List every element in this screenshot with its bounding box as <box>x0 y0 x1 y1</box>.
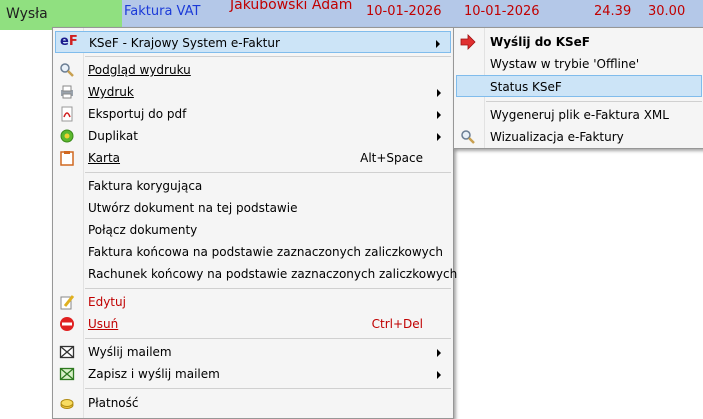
menu-item-wyslij-mailem[interactable]: Wyślij mailem <box>55 341 451 363</box>
menu-separator <box>85 288 451 289</box>
envelope-green-icon <box>59 367 75 381</box>
ef-logo-icon: eF <box>60 34 78 49</box>
status-text: Wysła <box>6 6 48 22</box>
submenu-item-offline[interactable]: Wystaw w trybie 'Offline' <box>456 53 702 75</box>
submenu-separator <box>486 101 702 102</box>
menu-item-usun[interactable]: Usuń Ctrl+Del <box>55 313 451 335</box>
chevron-right-icon <box>436 40 440 48</box>
chevron-right-icon <box>437 89 441 97</box>
menu-separator <box>85 56 451 57</box>
submenu-item-wizualizacja[interactable]: Wizualizacja e-Faktury <box>456 126 702 148</box>
edit-pencil-icon <box>60 295 75 310</box>
magnifier-icon <box>461 130 475 144</box>
card-icon <box>60 151 74 166</box>
menu-item-utworz-dokument[interactable]: Utwórz dokument na tej podstawie <box>55 197 451 219</box>
submenu-item-wygeneruj-xml[interactable]: Wygeneruj plik e-Faktura XML <box>456 104 702 126</box>
menu-item-wydruk[interactable]: Wydruk <box>55 81 451 103</box>
red-arrow-icon <box>460 34 476 50</box>
chevron-right-icon <box>437 371 441 379</box>
submenu-item-status-ksef[interactable]: Status KSeF <box>456 75 702 97</box>
context-menu: eF KSeF - Krajowy System e-Faktur Podglą… <box>52 27 457 419</box>
menu-separator <box>85 172 451 173</box>
ksef-submenu: Wyślij do KSeF Wystaw w trybie 'Offline'… <box>453 27 703 149</box>
magnifier-icon <box>60 63 74 77</box>
pdf-icon <box>61 106 73 122</box>
doc-type-cell: Faktura VAT <box>124 4 201 19</box>
menu-item-podglad-wydruku[interactable]: Podgląd wydruku <box>55 59 451 81</box>
menu-item-faktura-koncowa[interactable]: Faktura końcowa na podstawie zaznaczonyc… <box>55 241 451 263</box>
chevron-right-icon <box>437 349 441 357</box>
chevron-right-icon <box>437 133 441 141</box>
delete-icon <box>60 317 74 331</box>
menu-separator <box>85 338 451 339</box>
printer-icon <box>61 85 73 99</box>
menu-item-edytuj[interactable]: Edytuj <box>55 291 451 313</box>
menu-item-ksef[interactable]: eF KSeF - Krajowy System e-Faktur <box>55 31 451 53</box>
menu-item-rachunek-koncowy[interactable]: Rachunek końcowy na podstawie zaznaczony… <box>55 263 457 285</box>
grid-row[interactable]: Wysła Faktura VAT Jakubowski Adam 10-01-… <box>0 0 703 30</box>
menu-separator <box>85 388 451 389</box>
menu-item-faktura-korygujaca[interactable]: Faktura korygująca <box>55 175 451 197</box>
chevron-right-icon <box>437 111 441 119</box>
menu-item-duplikat[interactable]: Duplikat <box>55 125 451 147</box>
menu-item-karta[interactable]: Karta Alt+Space <box>55 147 451 169</box>
envelope-icon <box>59 345 75 359</box>
menu-item-zapisz-wyslij-mailem[interactable]: Zapisz i wyślij mailem <box>55 363 451 385</box>
amount2-cell: 30.00 <box>648 4 686 19</box>
submenu-item-wyslij-do-ksef[interactable]: Wyślij do KSeF <box>456 31 702 53</box>
menu-item-eksportuj-pdf[interactable]: Eksportuj do pdf <box>55 103 451 125</box>
date1-cell: 10-01-2026 <box>366 4 442 19</box>
payment-icon <box>60 399 74 409</box>
amount1-cell: 24.39 <box>594 4 632 19</box>
green-circle-icon <box>60 129 74 143</box>
status-cell[interactable]: Wysła <box>0 0 122 30</box>
date2-cell: 10-01-2026 <box>464 4 540 19</box>
customer-cell: Jakubowski Adam <box>230 0 353 13</box>
menu-item-platnosc[interactable]: Płatność <box>55 392 451 414</box>
menu-item-polacz-dokumenty[interactable]: Połącz dokumenty <box>55 219 451 241</box>
